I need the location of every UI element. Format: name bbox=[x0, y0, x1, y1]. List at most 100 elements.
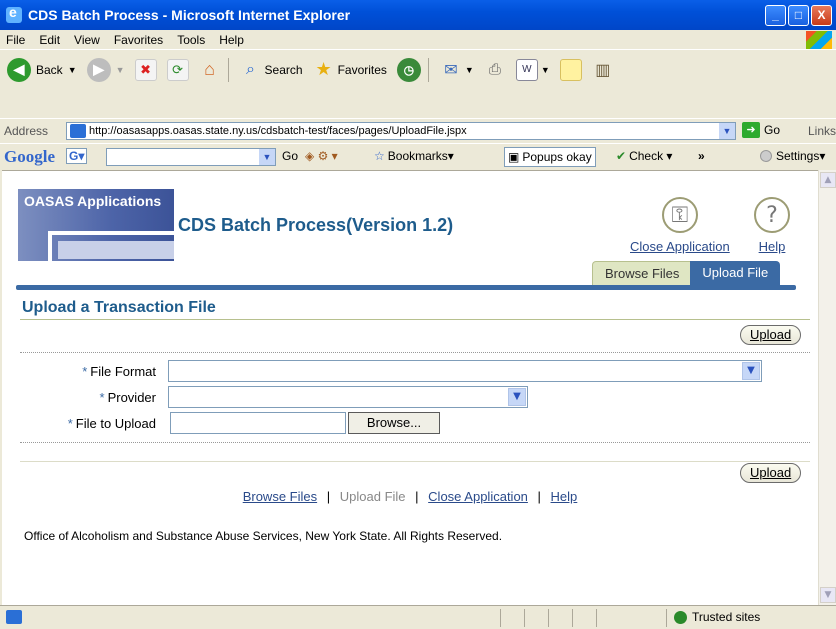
page-done-icon bbox=[6, 610, 22, 624]
help-icon: ? bbox=[754, 197, 790, 233]
footer-help-link[interactable]: Help bbox=[551, 489, 578, 504]
note-icon bbox=[559, 58, 582, 81]
chevron-down-icon[interactable]: ▼ bbox=[259, 149, 275, 165]
settings-label: Settings▾ bbox=[776, 149, 826, 163]
history-button[interactable]: ◷ bbox=[394, 55, 424, 85]
go-label: Go bbox=[764, 123, 781, 137]
page-title: Upload a Transaction File bbox=[22, 299, 216, 316]
edit-button[interactable]: W ▼ bbox=[513, 55, 553, 85]
stop-icon: ✖ bbox=[134, 58, 157, 81]
stop-button[interactable]: ✖ bbox=[132, 55, 160, 85]
mail-button[interactable]: ✉ ▼ bbox=[437, 55, 477, 85]
google-go-button[interactable]: Go bbox=[282, 149, 298, 163]
maximize-button[interactable]: □ bbox=[788, 5, 809, 26]
security-zone: Trusted sites bbox=[692, 610, 761, 624]
close-button[interactable]: X bbox=[811, 5, 832, 26]
google-toolbar: Google G▾ ▼ Go ◈ ⚙ ▾ ☆ Bookmarks▾ ▣ Popu… bbox=[0, 143, 836, 169]
close-application-link[interactable]: Close Application bbox=[630, 239, 730, 254]
key-icon: ⚿ bbox=[661, 197, 698, 233]
menu-file[interactable]: File bbox=[6, 33, 25, 47]
tab-bar: Browse Files Upload File bbox=[592, 261, 781, 285]
chevron-down-icon[interactable]: ▼ bbox=[742, 362, 760, 380]
google-menu-button[interactable]: G▾ bbox=[66, 148, 88, 164]
file-format-select[interactable]: ▼ bbox=[168, 360, 762, 382]
research-button[interactable]: ▥ bbox=[589, 55, 617, 85]
print-icon: ⎙ bbox=[488, 61, 501, 78]
tab-upload-file[interactable]: Upload File bbox=[690, 261, 781, 285]
footer-browse-files-link[interactable]: Browse Files bbox=[243, 489, 317, 504]
spellcheck-button[interactable]: ✔ Check ▾ bbox=[616, 149, 672, 163]
popups-label: Popups okay bbox=[522, 150, 592, 164]
file-path-input[interactable] bbox=[170, 412, 346, 434]
windows-logo-icon bbox=[806, 31, 832, 49]
upload-button-top[interactable]: Upload bbox=[740, 325, 802, 345]
print-button[interactable]: ⎙ bbox=[481, 55, 509, 85]
go-button[interactable]: ➜ Go bbox=[742, 122, 780, 138]
refresh-icon: ⟳ bbox=[166, 58, 189, 81]
menu-help[interactable]: Help bbox=[219, 33, 244, 47]
more-button[interactable]: » bbox=[698, 149, 705, 163]
address-bar: Address http://oasasapps.oasas.state.ny.… bbox=[0, 118, 836, 142]
scroll-down-icon[interactable]: ▼ bbox=[820, 587, 836, 603]
title-bar: CDS Batch Process - Microsoft Internet E… bbox=[0, 0, 836, 30]
menu-favorites[interactable]: Favorites bbox=[114, 33, 163, 47]
home-button[interactable]: ⌂ bbox=[196, 55, 224, 85]
menu-bar: File Edit View Favorites Tools Help bbox=[0, 30, 836, 50]
file-to-upload-label: * File to Upload bbox=[67, 416, 156, 431]
required-icon: * bbox=[67, 416, 73, 431]
help-global[interactable]: ? Help bbox=[754, 197, 790, 254]
back-dropdown-icon: ▼ bbox=[67, 64, 77, 75]
upload-button-bottom[interactable]: Upload bbox=[740, 463, 802, 483]
menu-edit[interactable]: Edit bbox=[39, 33, 60, 47]
settings-icon bbox=[760, 150, 772, 162]
word-icon: W bbox=[515, 58, 538, 81]
title-underline bbox=[20, 319, 810, 320]
menu-view[interactable]: View bbox=[74, 33, 100, 47]
books-icon: ▥ bbox=[595, 61, 611, 79]
spellcheck-icon: ✔ bbox=[616, 149, 627, 163]
discuss-button[interactable] bbox=[557, 55, 585, 85]
ie-icon bbox=[6, 4, 22, 23]
chevron-down-icon[interactable]: ▼ bbox=[508, 388, 526, 406]
required-icon: * bbox=[99, 390, 105, 405]
browse-button[interactable]: Browse... bbox=[348, 412, 440, 434]
footer-close-application-link[interactable]: Close Application bbox=[428, 489, 528, 504]
settings-button[interactable]: Settings▾ bbox=[760, 149, 825, 163]
vertical-scrollbar[interactable]: ▲ ▼ bbox=[818, 170, 836, 605]
address-input[interactable]: http://oasasapps.oasas.state.ny.us/cdsba… bbox=[66, 122, 736, 140]
minimize-button[interactable]: _ bbox=[765, 5, 786, 26]
chevron-down-icon[interactable]: ▼ bbox=[719, 123, 735, 139]
help-link[interactable]: Help bbox=[754, 239, 790, 254]
standard-toolbar: ◀ Back ▼ ▶ ▼ ✖ ⟳ ⌂ ⌕ Search ★ Favorites … bbox=[0, 51, 836, 88]
back-button[interactable]: ◀ Back ▼ bbox=[4, 55, 80, 85]
search-button[interactable]: ⌕ Search bbox=[237, 55, 306, 85]
close-application-global[interactable]: ⚿ Close Application bbox=[630, 197, 730, 254]
refresh-button[interactable]: ⟳ bbox=[164, 55, 192, 85]
google-logo: Google bbox=[4, 146, 55, 166]
provider-select[interactable]: ▼ bbox=[168, 386, 528, 408]
forward-arrow-icon: ▶ bbox=[86, 57, 111, 82]
address-label: Address bbox=[4, 123, 49, 138]
forward-button[interactable]: ▶ ▼ bbox=[84, 55, 128, 85]
divider bbox=[20, 352, 810, 353]
scroll-up-icon[interactable]: ▲ bbox=[820, 172, 836, 188]
nav-divider bbox=[16, 285, 796, 290]
edit-dropdown-icon: ▼ bbox=[540, 64, 550, 75]
tab-browse-files[interactable]: Browse Files bbox=[592, 261, 693, 285]
google-search-input[interactable]: ▼ bbox=[106, 148, 276, 166]
home-icon: ⌂ bbox=[204, 59, 215, 79]
links-button[interactable]: Links bbox=[808, 124, 836, 138]
menu-tools[interactable]: Tools bbox=[177, 33, 205, 47]
address-url: http://oasasapps.oasas.state.ny.us/cdsba… bbox=[89, 125, 467, 137]
file-format-label: * File Format bbox=[82, 364, 156, 379]
bookmarks-label: Bookmarks▾ bbox=[387, 149, 454, 163]
bookmarks-button[interactable]: ☆ Bookmarks▾ bbox=[374, 149, 454, 163]
back-label: Back bbox=[36, 62, 63, 77]
star-outline-icon: ☆ bbox=[374, 149, 385, 163]
check-circle-icon bbox=[674, 611, 687, 624]
back-arrow-icon: ◀ bbox=[7, 57, 31, 82]
popup-blocker-button[interactable]: ▣ Popups okay bbox=[504, 147, 596, 167]
footer-links: Browse Files | Upload File | Close Appli… bbox=[242, 489, 578, 504]
favorites-button[interactable]: ★ Favorites bbox=[310, 55, 390, 85]
google-options-icon[interactable]: ◈ ⚙ ▾ bbox=[305, 149, 338, 163]
